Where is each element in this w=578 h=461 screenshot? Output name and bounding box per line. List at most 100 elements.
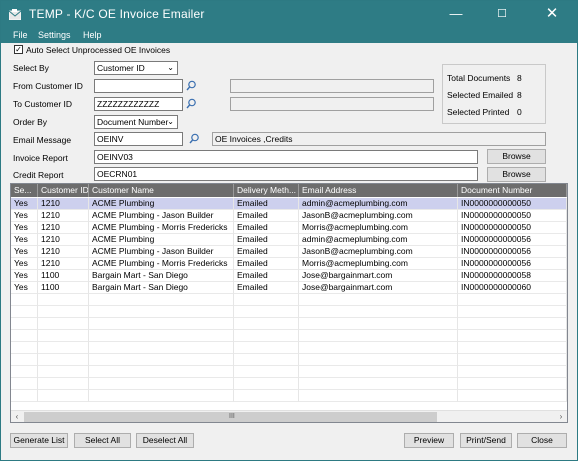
search-icon[interactable] [186, 98, 197, 109]
credit-browse-button[interactable]: Browse [487, 167, 546, 182]
empty-cell [299, 294, 458, 306]
column-header-email-address[interactable]: Email Address [299, 184, 458, 197]
empty-cell [38, 390, 89, 402]
cell-email-address: admin@acmeplumbing.com [299, 234, 458, 246]
menu-settings[interactable]: Settings [38, 29, 71, 41]
email-message-input[interactable]: OEINV [94, 132, 183, 146]
cell-selected: Yes [11, 234, 38, 246]
invoice-report-label: Invoice Report [13, 153, 68, 163]
cell-document-number: IN0000000000056 [458, 246, 567, 258]
empty-cell [234, 318, 299, 330]
cell-delivery-method: Emailed [234, 234, 299, 246]
documents-grid[interactable]: Se... Customer ID Customer Name Delivery… [10, 183, 568, 423]
empty-cell [89, 366, 234, 378]
empty-cell [299, 378, 458, 390]
title-bar[interactable]: TEMP - K/C OE Invoice Emailer — ☐ ✕ [1, 1, 577, 29]
column-header-customer-name[interactable]: Customer Name [89, 184, 234, 197]
deselect-all-button[interactable]: Deselect All [136, 433, 194, 448]
invoice-report-input[interactable]: OEINV03 [94, 150, 478, 164]
email-message-description: OE Invoices ,Credits [212, 132, 546, 146]
menu-help[interactable]: Help [83, 29, 102, 41]
cell-customer-name: Bargain Mart - San Diego [89, 270, 234, 282]
empty-cell [234, 342, 299, 354]
empty-cell [11, 294, 38, 306]
close-window-button[interactable]: ✕ [529, 1, 575, 29]
table-row[interactable]: Yes 1210 ACME Plumbing Emailed admin@acmeplu… [11, 234, 567, 246]
auto-select-checkbox[interactable]: ✓ [14, 45, 23, 54]
empty-cell [38, 306, 89, 318]
empty-cell [299, 330, 458, 342]
empty-cell [89, 378, 234, 390]
select-by-dropdown[interactable]: Customer ID ⌄ [94, 61, 178, 75]
empty-cell [458, 378, 567, 390]
empty-cell [458, 318, 567, 330]
menu-file[interactable]: File [13, 29, 28, 41]
empty-cell [458, 366, 567, 378]
empty-row [11, 318, 567, 330]
empty-cell [38, 378, 89, 390]
preview-button[interactable]: Preview [404, 433, 454, 448]
selected-printed-label: Selected Printed [447, 107, 510, 117]
empty-cell [89, 390, 234, 402]
empty-row [11, 306, 567, 318]
menu-bar: File Settings Help [1, 29, 577, 43]
to-customer-input[interactable]: ZZZZZZZZZZZZ [94, 97, 183, 111]
to-customer-description [230, 97, 434, 111]
cell-email-address: Jose@bargainmart.com [299, 270, 458, 282]
empty-cell [299, 306, 458, 318]
order-by-dropdown[interactable]: Document Number ⌄ [94, 115, 178, 129]
cell-delivery-method: Emailed [234, 198, 299, 210]
table-row[interactable]: Yes 1210 ACME Plumbing - Morris Fredericks… [11, 258, 567, 270]
empty-cell [299, 366, 458, 378]
empty-cell [89, 342, 234, 354]
print-send-button[interactable]: Print/Send [460, 433, 512, 448]
generate-list-button[interactable]: Generate List [10, 433, 68, 448]
table-row[interactable]: Yes 1210 ACME Plumbing Emailed admin@acmeplu… [11, 198, 567, 210]
cell-delivery-method: Emailed [234, 210, 299, 222]
scrollbar-thumb[interactable]: III [24, 412, 437, 422]
search-icon[interactable] [186, 80, 197, 91]
maximize-button[interactable]: ☐ [479, 1, 525, 29]
order-by-value: Document Number [97, 117, 169, 127]
cell-delivery-method: Emailed [234, 246, 299, 258]
cell-customer-name: ACME Plumbing - Morris Fredericks [89, 222, 234, 234]
column-header-delivery-method[interactable]: Delivery Meth... [234, 184, 299, 197]
column-header-customer-id[interactable]: Customer ID [38, 184, 89, 197]
cell-customer-id: 1100 [38, 270, 89, 282]
minimize-button[interactable]: — [433, 1, 479, 29]
table-row[interactable]: Yes 1210 ACME Plumbing - Jason Builder Emai… [11, 210, 567, 222]
horizontal-scrollbar[interactable]: ‹ III › [11, 410, 567, 422]
search-icon[interactable] [189, 133, 200, 144]
from-customer-input[interactable] [94, 79, 183, 93]
cell-document-number: IN0000000000050 [458, 222, 567, 234]
cell-document-number: IN0000000000056 [458, 234, 567, 246]
empty-cell [11, 378, 38, 390]
column-header-selected[interactable]: Se... [11, 184, 38, 197]
scroll-right-icon[interactable]: › [555, 411, 567, 422]
cell-customer-name: ACME Plumbing [89, 234, 234, 246]
empty-cell [234, 366, 299, 378]
cell-delivery-method: Emailed [234, 282, 299, 294]
invoice-browse-button[interactable]: Browse [487, 149, 546, 164]
table-row[interactable]: Yes 1210 ACME Plumbing - Morris Fredericks… [11, 222, 567, 234]
app-icon [9, 9, 21, 20]
close-button[interactable]: Close [517, 433, 567, 448]
scroll-left-icon[interactable]: ‹ [11, 411, 23, 422]
from-customer-description [230, 79, 434, 93]
table-row[interactable]: Yes 1100 Bargain Mart - San Diego Emailed Jo… [11, 270, 567, 282]
column-header-document-number[interactable]: Document Number [458, 184, 567, 197]
empty-cell [11, 354, 38, 366]
total-documents-label: Total Documents [447, 73, 511, 83]
window-title: TEMP - K/C OE Invoice Emailer [29, 7, 205, 21]
email-message-label: Email Message [13, 135, 72, 145]
table-row[interactable]: Yes 1100 Bargain Mart - San Diego Emailed Jo… [11, 282, 567, 294]
credit-report-input[interactable]: OECRN01 [94, 167, 478, 181]
cell-email-address: Morris@acmeplumbing.com [299, 222, 458, 234]
cell-customer-id: 1210 [38, 198, 89, 210]
grip-icon: III [229, 413, 235, 420]
table-row[interactable]: Yes 1210 ACME Plumbing - Jason Builder Emai… [11, 246, 567, 258]
select-all-button[interactable]: Select All [74, 433, 131, 448]
cell-document-number: IN0000000000056 [458, 258, 567, 270]
empty-cell [89, 318, 234, 330]
cell-selected: Yes [11, 258, 38, 270]
